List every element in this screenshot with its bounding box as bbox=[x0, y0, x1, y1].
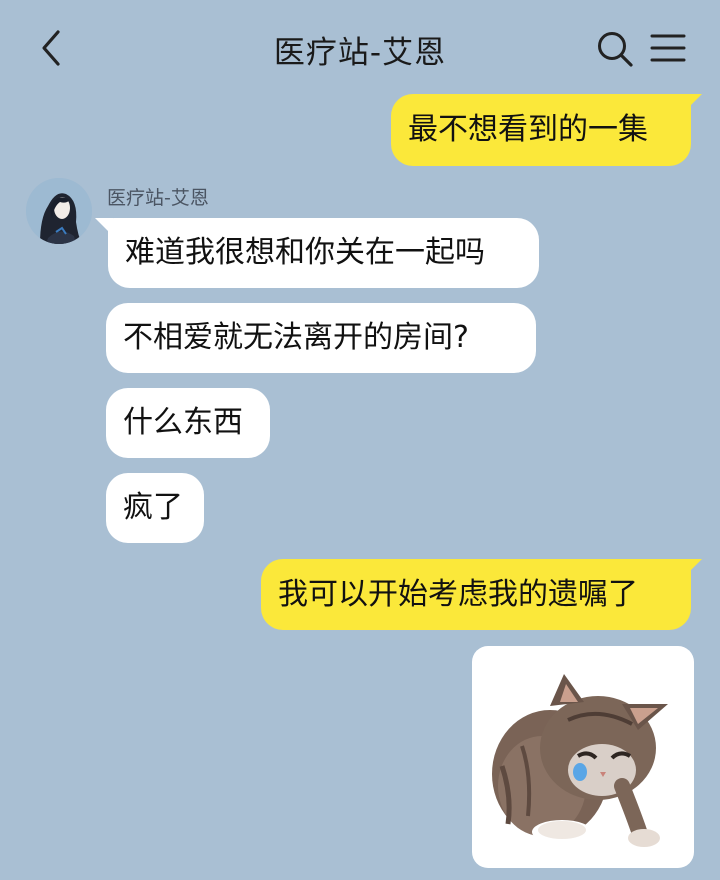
avatar-image bbox=[26, 178, 92, 244]
search-button[interactable] bbox=[596, 30, 634, 68]
message-text: 难道我很想和你关在一起吗 bbox=[125, 235, 485, 270]
message-text: 最不想看到的一集 bbox=[408, 112, 648, 147]
message-text: 什么东西 bbox=[123, 405, 243, 440]
message-text: 不相爱就无法离开的房间? bbox=[123, 320, 469, 355]
kitten-icon bbox=[492, 674, 668, 847]
my-message-bubble[interactable]: 我可以开始考虑我的遗嘱了 bbox=[261, 559, 691, 630]
their-message-bubble[interactable]: 不相爱就无法离开的房间? bbox=[106, 303, 536, 373]
search-icon bbox=[598, 32, 633, 67]
their-message-bubble[interactable]: 疯了 bbox=[106, 473, 204, 543]
message-text: 疯了 bbox=[123, 490, 183, 525]
their-message-bubble[interactable]: 难道我很想和你关在一起吗 bbox=[108, 218, 539, 288]
chat-header: 医疗站-艾恩 bbox=[0, 0, 720, 94]
sender-name: 医疗站-艾恩 bbox=[107, 187, 209, 209]
their-message-bubble[interactable]: 什么东西 bbox=[106, 388, 270, 458]
bubble-tail bbox=[95, 218, 113, 236]
my-message-bubble[interactable]: 最不想看到的一集 bbox=[391, 94, 691, 166]
contact-avatar[interactable] bbox=[26, 178, 92, 244]
menu-button[interactable] bbox=[650, 32, 686, 64]
hamburger-menu-icon bbox=[650, 34, 686, 62]
message-text: 我可以开始考虑我的遗嘱了 bbox=[278, 576, 638, 612]
kitten-sticker[interactable] bbox=[472, 646, 694, 868]
bubble-tail bbox=[684, 559, 702, 577]
